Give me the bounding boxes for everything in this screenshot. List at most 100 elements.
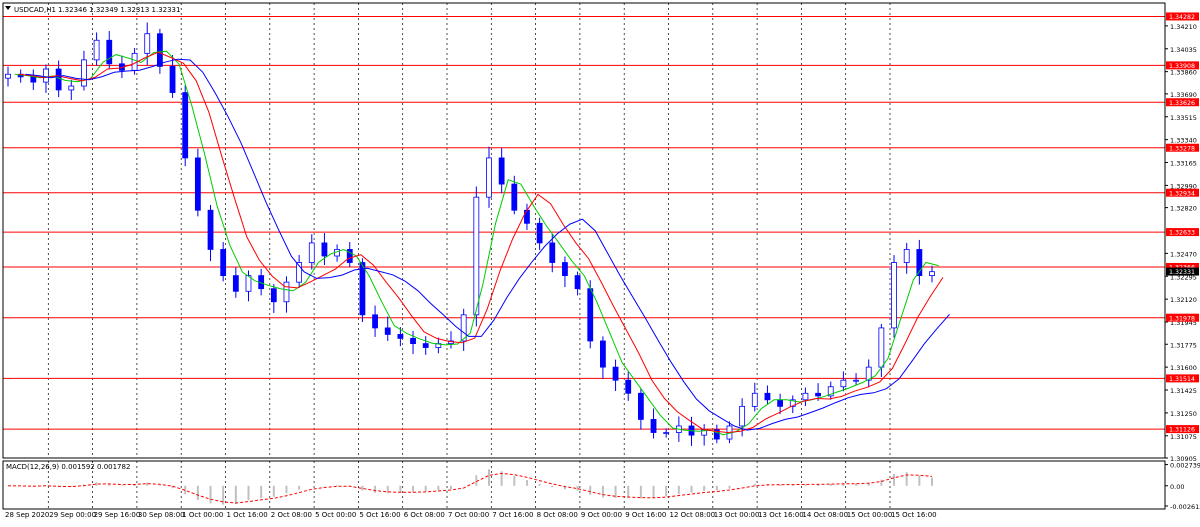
x-tick-label: 15 Oct 16:00 — [891, 511, 937, 519]
candle-body — [81, 59, 87, 87]
x-tick-label: 14 Oct 08:00 — [802, 511, 848, 519]
y-tick-label: 1.34035 — [1170, 46, 1197, 54]
macd-y-tick-label: 0.00 — [1170, 483, 1184, 491]
level-price-label: 1.31514 — [1169, 376, 1195, 383]
candle-body — [549, 242, 556, 263]
candle-body — [30, 76, 37, 83]
x-tick-label: 29 Sep 16:00 — [94, 511, 141, 519]
candle-body — [840, 379, 847, 388]
candle-body — [891, 262, 897, 329]
level-price-label: 1.33626 — [1169, 100, 1195, 107]
y-tick-label: 1.32120 — [1170, 296, 1197, 304]
macd-title: MACD(12,26,9) 0.001592 0.001782 — [6, 463, 130, 471]
candle-body — [764, 392, 771, 401]
candle-body — [410, 337, 416, 344]
candle-body — [220, 249, 227, 277]
y-tick-label: 1.31075 — [1170, 433, 1197, 441]
level-price-label: 1.33278 — [1169, 145, 1195, 152]
candle-body — [498, 157, 505, 185]
x-tick-label: 8 Oct 08:00 — [537, 511, 578, 519]
level-price-label: 1.32934 — [1169, 190, 1195, 197]
level-price-label: 1.31126 — [1169, 427, 1195, 434]
x-tick-label: 30 Sep 08:00 — [138, 511, 185, 519]
x-tick-label: 1 Oct 16:00 — [227, 511, 268, 519]
candle-body — [929, 271, 935, 277]
candle-body — [663, 432, 670, 434]
x-tick-label: 28 Sep 2020 — [5, 511, 49, 519]
level-price-label: 1.34282 — [1169, 14, 1195, 21]
candle-body — [511, 183, 518, 211]
candle-body — [650, 419, 657, 433]
x-tick-label: 5 Oct 16:00 — [359, 511, 400, 519]
y-tick-label: 1.34210 — [1170, 23, 1197, 31]
x-tick-label: 9 Oct 16:00 — [625, 511, 666, 519]
candle-body — [144, 33, 151, 54]
x-tick-label: 5 Oct 00:00 — [315, 511, 356, 519]
candle-body — [473, 196, 480, 316]
y-tick-label: 1.31425 — [1170, 387, 1197, 395]
level-price-label: 1.33908 — [1169, 63, 1195, 70]
candle-body — [169, 66, 176, 93]
candle-body — [270, 288, 277, 303]
candle-body — [194, 157, 201, 211]
candle-body — [422, 343, 429, 348]
chart-header: USDCAD,H1 1.32346 1.32349 1.32313 1.3233… — [5, 6, 180, 14]
candle-body — [5, 73, 11, 79]
candle-body — [562, 262, 568, 277]
x-tick-label: 9 Oct 00:00 — [581, 511, 622, 519]
candle-body — [574, 275, 581, 290]
x-tick-label: 29 Sep 00:00 — [49, 511, 96, 519]
macd-y-tick-label: 0.002739 — [1170, 462, 1200, 470]
y-tick-label: 1.33515 — [1170, 114, 1197, 122]
candle-body — [600, 340, 606, 368]
x-tick-label: 15 Oct 00:00 — [847, 511, 893, 519]
candle-body — [55, 68, 62, 91]
header-prices: 1.32346 1.32349 1.32313 1.32331 — [58, 6, 180, 14]
y-tick-label: 1.31775 — [1170, 341, 1197, 349]
candle-body — [232, 275, 239, 292]
y-tick-label: 1.33690 — [1170, 91, 1197, 99]
x-tick-label: 7 Oct 00:00 — [448, 511, 489, 519]
candle-body — [625, 379, 632, 394]
candle-body — [486, 157, 492, 198]
candle-body — [321, 242, 328, 257]
candle-body — [739, 405, 746, 427]
y-tick-label: 1.33165 — [1170, 160, 1197, 168]
candle-body — [397, 334, 404, 339]
y-tick-label: 1.31250 — [1170, 410, 1197, 418]
symbol-info: USDCAD,H1 — [14, 6, 56, 14]
candle-body — [777, 399, 784, 407]
x-tick-label: 6 Oct 08:00 — [404, 511, 445, 519]
y-tick-label: 1.32820 — [1170, 205, 1197, 213]
candle-body — [637, 392, 644, 420]
macd-y-tick-label: -0.002612 — [1170, 503, 1200, 511]
x-tick-label: 13 Oct 00:00 — [714, 511, 760, 519]
current-price-label: 1.32331 — [1169, 269, 1195, 276]
level-price-label: 1.32633 — [1169, 230, 1195, 237]
y-tick-label: 1.33340 — [1170, 137, 1197, 145]
candle-body — [182, 92, 189, 159]
candle-body — [536, 222, 543, 244]
chart-canvas[interactable]: 28 Sep 2020 29 Sep 00:0029 Sep 16:0030 Se… — [0, 0, 1200, 523]
x-tick-label: 13 Oct 16:00 — [758, 511, 804, 519]
candle-body — [93, 39, 100, 61]
candle-body — [359, 262, 366, 316]
candle-body — [68, 85, 75, 91]
candle-body — [308, 242, 315, 263]
chart-window[interactable]: 28 Sep 2020 29 Sep 00:00 29 Sep 16:00 30 Se… — [0, 0, 1200, 523]
level-price-label: 1.31978 — [1169, 315, 1195, 322]
x-tick-label: 1 Oct 00:00 — [182, 511, 223, 519]
candle-body — [815, 392, 821, 397]
candle-body — [802, 392, 809, 401]
candle-body — [612, 366, 619, 381]
x-tick-label: 12 Oct 08:00 — [670, 511, 716, 519]
candle-body — [587, 288, 594, 342]
candle-body — [384, 327, 391, 335]
candle-body — [283, 281, 290, 303]
candle-body — [878, 327, 885, 368]
y-tick-label: 1.31600 — [1170, 364, 1197, 372]
candle-body — [751, 392, 758, 407]
candle-body — [43, 68, 49, 83]
candle-body — [372, 314, 378, 329]
candle-body — [903, 249, 910, 263]
